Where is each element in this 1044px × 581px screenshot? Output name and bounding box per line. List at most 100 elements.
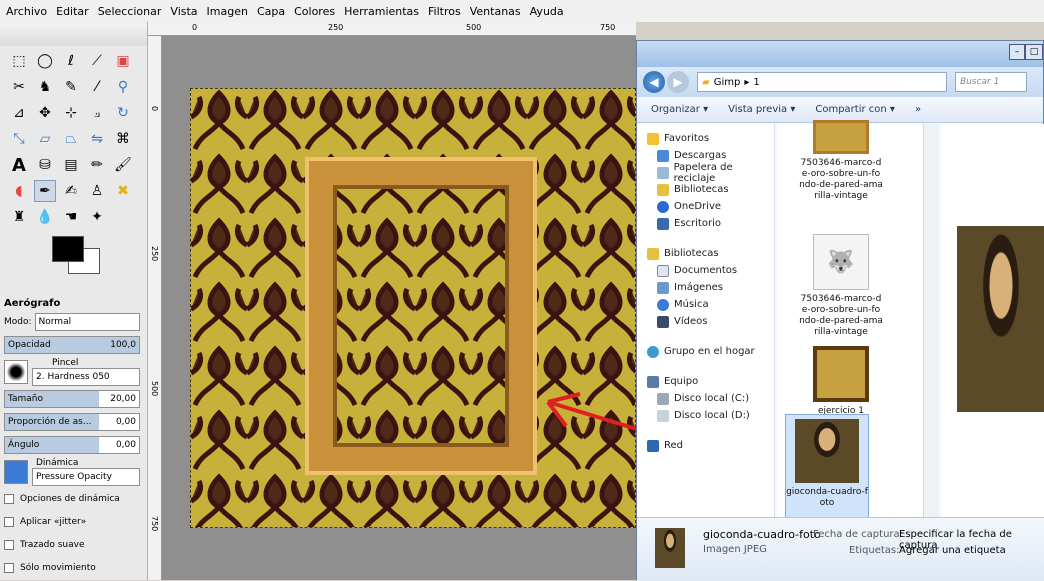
nav-favorites[interactable]: Favoritos [637, 130, 774, 147]
paths-icon[interactable]: ✎ [60, 76, 82, 98]
perspective-clone-icon[interactable]: ♜ [8, 206, 30, 228]
breadcrumb-1[interactable]: 1 [753, 77, 759, 88]
brush-select[interactable]: 2. Hardness 050 [32, 368, 140, 386]
canvas-area[interactable]: 0 250 500 750 0 250 500 750 [148, 22, 636, 580]
text-icon[interactable]: A [8, 154, 30, 176]
folder-icon: ▰ [702, 76, 710, 88]
ink-icon[interactable]: ✍ [60, 180, 82, 202]
menu-capa[interactable]: Capa [257, 5, 285, 18]
nav-computer[interactable]: Equipo [637, 373, 774, 390]
file-item-selected[interactable]: gioconda-cuadro-foto [785, 414, 869, 519]
organize-button[interactable]: Organizar ▾ [651, 104, 708, 115]
nav-onedrive[interactable]: OneDrive [637, 198, 774, 215]
menu-ventanas[interactable]: Ventanas [470, 5, 521, 18]
file-item[interactable]: ejercicio 1 [799, 346, 883, 417]
free-select-icon[interactable]: ℓ [60, 50, 82, 72]
more-commands-button[interactable]: » [915, 104, 921, 115]
foreground-select-icon[interactable]: ♞ [34, 76, 56, 98]
nav-network[interactable]: Red [637, 437, 774, 454]
menu-ayuda[interactable]: Ayuda [530, 5, 564, 18]
measure-icon[interactable]: ⊿ [8, 102, 30, 124]
airbrush-icon[interactable]: ✒ [34, 180, 56, 202]
breadcrumb-gimp[interactable]: Gimp [714, 77, 741, 88]
maximize-button[interactable]: □ [1025, 44, 1043, 60]
flip-icon[interactable]: ⇋ [86, 128, 108, 150]
preview-button[interactable]: Vista previa ▾ [728, 104, 795, 115]
nav-music[interactable]: Música [637, 296, 774, 313]
nav-libraries[interactable]: Bibliotecas [637, 245, 774, 262]
menu-archivo[interactable]: Archivo [6, 5, 47, 18]
share-button[interactable]: Compartir con ▾ [815, 104, 895, 115]
color-select-icon[interactable]: ▣ [112, 50, 134, 72]
preview-pane [941, 124, 1044, 517]
video-icon [657, 315, 669, 328]
size-slider[interactable]: Tamaño 20,00 [4, 390, 140, 408]
foreground-color[interactable] [52, 236, 84, 262]
eraser-icon[interactable]: ◖ [8, 180, 30, 202]
zoom-icon[interactable]: ⚲ [112, 76, 134, 98]
back-button[interactable]: ◀ [643, 71, 665, 93]
scale-icon[interactable]: ⤡ [8, 128, 30, 150]
dynamics-icon[interactable] [4, 460, 28, 484]
dodge-burn-icon[interactable]: ✦ [86, 206, 108, 228]
rotate-icon[interactable]: ↻ [112, 102, 134, 124]
aspect-slider[interactable]: Proporción de as... 0,00 [4, 413, 140, 431]
paintbrush-icon[interactable]: 🖌 [112, 154, 134, 176]
ellipse-select-icon[interactable]: ◯ [34, 50, 56, 72]
nav-documents[interactable]: Documentos [637, 262, 774, 279]
nav-disk-c[interactable]: Disco local (C:) [637, 390, 774, 407]
bucket-fill-icon[interactable]: ⛁ [34, 154, 56, 176]
nav-libraries-fav[interactable]: Bibliotecas [637, 181, 774, 198]
clone-icon[interactable]: ♙ [86, 180, 108, 202]
tools-grid: ⬚ ◯ ℓ ⟋ ▣ ✂ ♞ ✎ ⁄ ⚲ ⊿ ✥ ⊹ ⟓ ↻ ⤡ ▱ ⏢ ⇋ ⌘ … [8, 50, 136, 230]
dynamics-select[interactable]: Pressure Opacity [32, 468, 140, 486]
nav-images[interactable]: Imágenes [637, 279, 774, 296]
pencil-icon[interactable]: ✏ [86, 154, 108, 176]
opacity-slider[interactable]: Opacidad 100,0 [4, 336, 140, 354]
blur-icon[interactable]: 💧 [34, 206, 56, 228]
nav-videos[interactable]: Vídeos [637, 313, 774, 330]
menu-editar[interactable]: Editar [56, 5, 89, 18]
nav-homegroup[interactable]: Grupo en el hogar [637, 343, 774, 360]
align-icon[interactable]: ⊹ [60, 102, 82, 124]
address-field[interactable]: ▰ Gimp ▸ 1 [697, 72, 947, 92]
search-input[interactable]: Buscar 1 [955, 72, 1027, 92]
file-item[interactable]: 7503646-marco-de-oro-sobre-un-fondo-de-p… [799, 120, 883, 202]
gradient-icon[interactable]: ▤ [60, 154, 82, 176]
color-swatches[interactable] [52, 232, 112, 280]
library-icon [647, 247, 659, 260]
crop-icon[interactable]: ⟓ [86, 102, 108, 124]
jitter-checkbox[interactable] [4, 517, 14, 527]
nav-recycle-bin[interactable]: Papelera de reciclaje [637, 162, 774, 184]
rect-select-icon[interactable]: ⬚ [8, 50, 30, 72]
menu-colores[interactable]: Colores [294, 5, 335, 18]
mode-select[interactable]: Normal [34, 313, 140, 331]
fuzzy-select-icon[interactable]: ⟋ [86, 50, 108, 72]
nav-label: Música [674, 299, 709, 310]
menu-seleccionar[interactable]: Seleccionar [98, 5, 162, 18]
dyn-options-expander[interactable] [4, 494, 14, 504]
motion-only-checkbox[interactable] [4, 563, 14, 573]
heal-icon[interactable]: ✖ [112, 180, 134, 202]
move-icon[interactable]: ✥ [34, 102, 56, 124]
tags-value[interactable]: Agregar una etiqueta [899, 545, 1006, 556]
smooth-checkbox[interactable] [4, 540, 14, 550]
file-list-scrollbar[interactable] [923, 124, 939, 517]
forward-button[interactable]: ▶ [667, 71, 689, 93]
angle-slider[interactable]: Ángulo 0,00 [4, 436, 140, 454]
nav-disk-d[interactable]: Disco local (D:) [637, 407, 774, 424]
shear-icon[interactable]: ▱ [34, 128, 56, 150]
nav-desktop[interactable]: Escritorio [637, 215, 774, 232]
smudge-icon[interactable]: ☚ [60, 206, 82, 228]
minimize-button[interactable]: – [1009, 44, 1025, 60]
cage-icon[interactable]: ⌘ [112, 128, 134, 150]
menu-imagen[interactable]: Imagen [207, 5, 248, 18]
menu-filtros[interactable]: Filtros [428, 5, 461, 18]
menu-vista[interactable]: Vista [170, 5, 197, 18]
perspective-icon[interactable]: ⏢ [60, 128, 82, 150]
color-picker-icon[interactable]: ⁄ [86, 76, 108, 98]
scissors-icon[interactable]: ✂ [8, 76, 30, 98]
menu-herramientas[interactable]: Herramientas [344, 5, 419, 18]
file-item[interactable]: 🐺 7503646-marco-de-oro-sobre-un-fondo-de… [799, 234, 883, 338]
brush-preview-icon[interactable] [4, 360, 28, 384]
